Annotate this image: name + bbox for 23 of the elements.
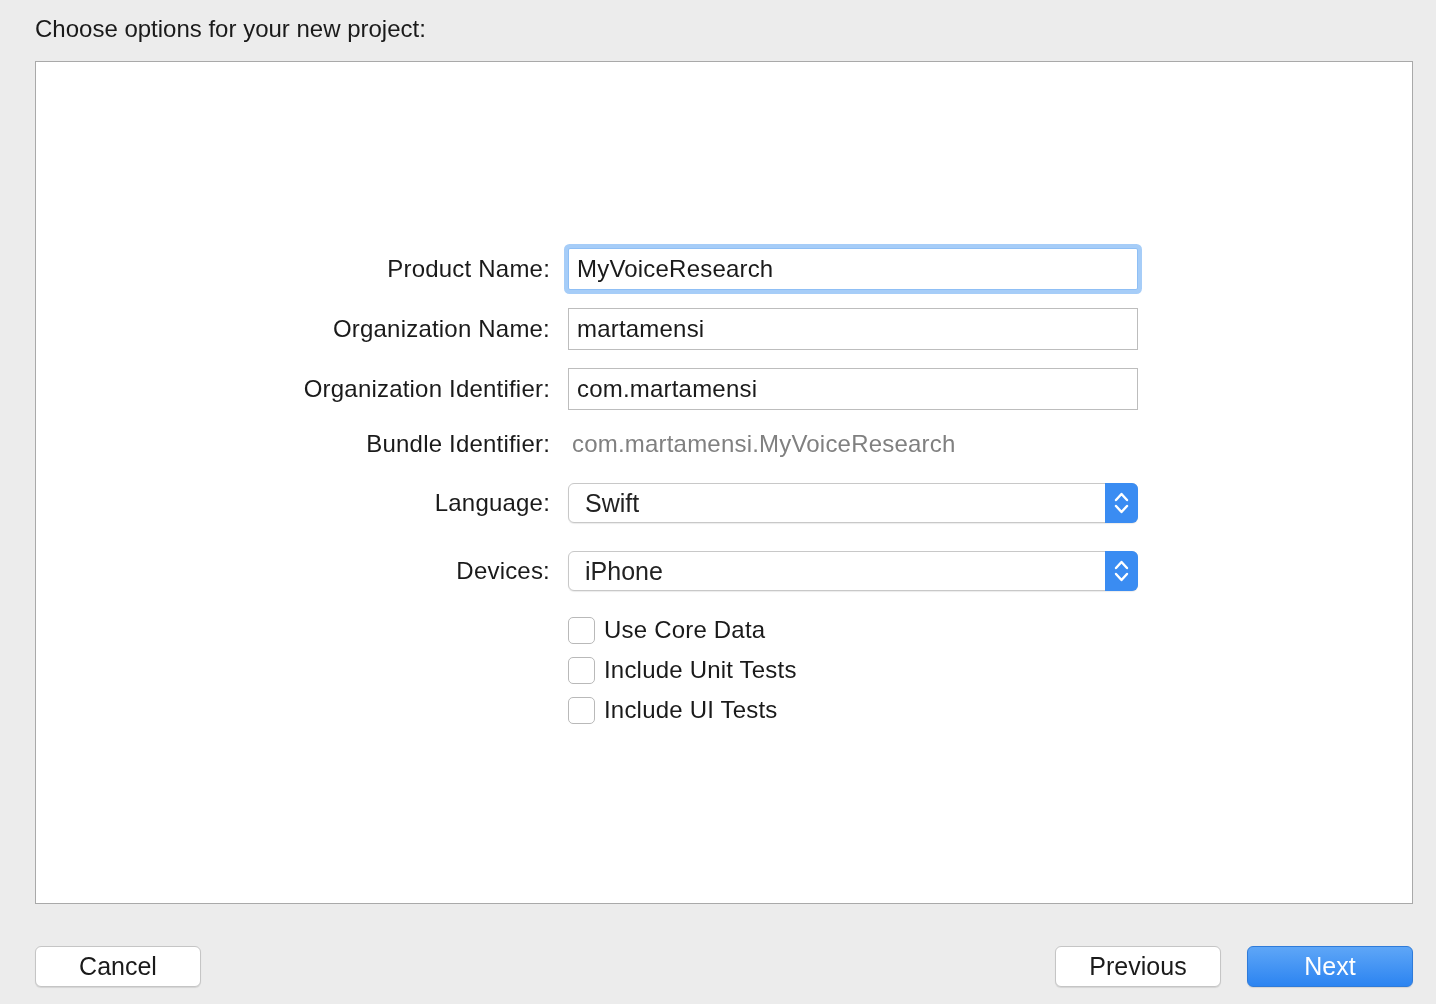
checkbox[interactable] bbox=[568, 656, 595, 684]
popup-button[interactable]: iPhone bbox=[568, 551, 1138, 591]
field-label: Organization Identifier: bbox=[303, 374, 550, 404]
up-down-chevron-icon bbox=[1105, 551, 1138, 591]
checkbox-label: Use Core Data bbox=[604, 616, 766, 644]
text-field[interactable]: com.martamensi bbox=[568, 368, 1138, 410]
text-field[interactable]: martamensi bbox=[568, 308, 1138, 350]
field-label: Organization Name: bbox=[332, 314, 550, 344]
checkbox[interactable] bbox=[568, 616, 595, 644]
field-label: Product Name: bbox=[387, 254, 550, 284]
checkbox-label: Include Unit Tests bbox=[604, 656, 797, 684]
field-label: Bundle Identifier: bbox=[366, 429, 550, 459]
field-label: Devices: bbox=[456, 556, 550, 586]
dialog-heading: Choose options for your new project: bbox=[35, 14, 427, 44]
bundle-identifier-value: com.martamensi.MyVoiceResearch bbox=[571, 430, 956, 458]
dialog-button[interactable]: Cancel bbox=[35, 946, 201, 987]
popup-button[interactable]: Swift bbox=[568, 483, 1138, 523]
dialog-button[interactable]: Previous bbox=[1055, 946, 1221, 987]
up-down-chevron-icon bbox=[1105, 483, 1138, 523]
checkbox[interactable] bbox=[568, 696, 595, 724]
checkbox-label: Include UI Tests bbox=[604, 696, 778, 724]
text-field[interactable]: MyVoiceResearch bbox=[568, 248, 1138, 290]
field-label: Language: bbox=[434, 488, 550, 518]
